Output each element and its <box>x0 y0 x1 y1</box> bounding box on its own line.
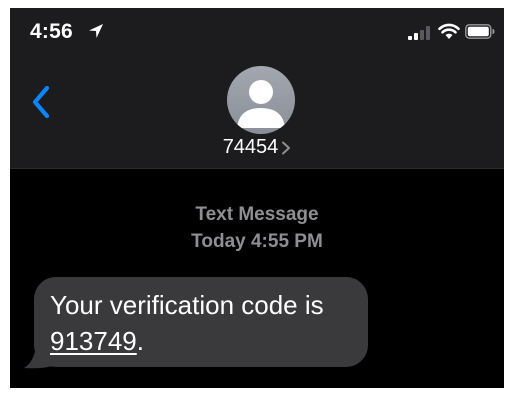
verification-code[interactable]: 913749 <box>50 326 137 356</box>
message-text: Your verification code is <box>50 290 324 320</box>
chevron-right-icon <box>282 141 291 154</box>
cellular-signal-icon <box>408 26 430 40</box>
battery-icon <box>465 24 495 39</box>
contact-number: 74454 <box>222 136 279 158</box>
status-bar-time: 4:56 <box>30 20 73 43</box>
contact-name-button[interactable]: 74454 <box>10 136 504 159</box>
back-button[interactable] <box>28 84 56 120</box>
location-arrow-icon <box>89 24 103 38</box>
messages-screen: 4:56 74454 Text Message Today 4:55 PM Yo… <box>10 8 504 388</box>
message-timestamp: Today 4:55 PM <box>191 231 323 252</box>
message-text-end: . <box>136 326 144 356</box>
wifi-icon <box>438 23 460 39</box>
contact-avatar[interactable] <box>227 66 295 134</box>
incoming-message-bubble[interactable]: Your verification code is 913749. <box>34 277 368 367</box>
person-silhouette-icon <box>237 80 285 128</box>
thread-meta: Text Message Today 4:55 PM <box>10 201 504 255</box>
conversation-header: 4:56 74454 <box>10 8 504 169</box>
message-type-label: Text Message <box>195 204 319 225</box>
chevron-left-icon <box>32 85 50 119</box>
